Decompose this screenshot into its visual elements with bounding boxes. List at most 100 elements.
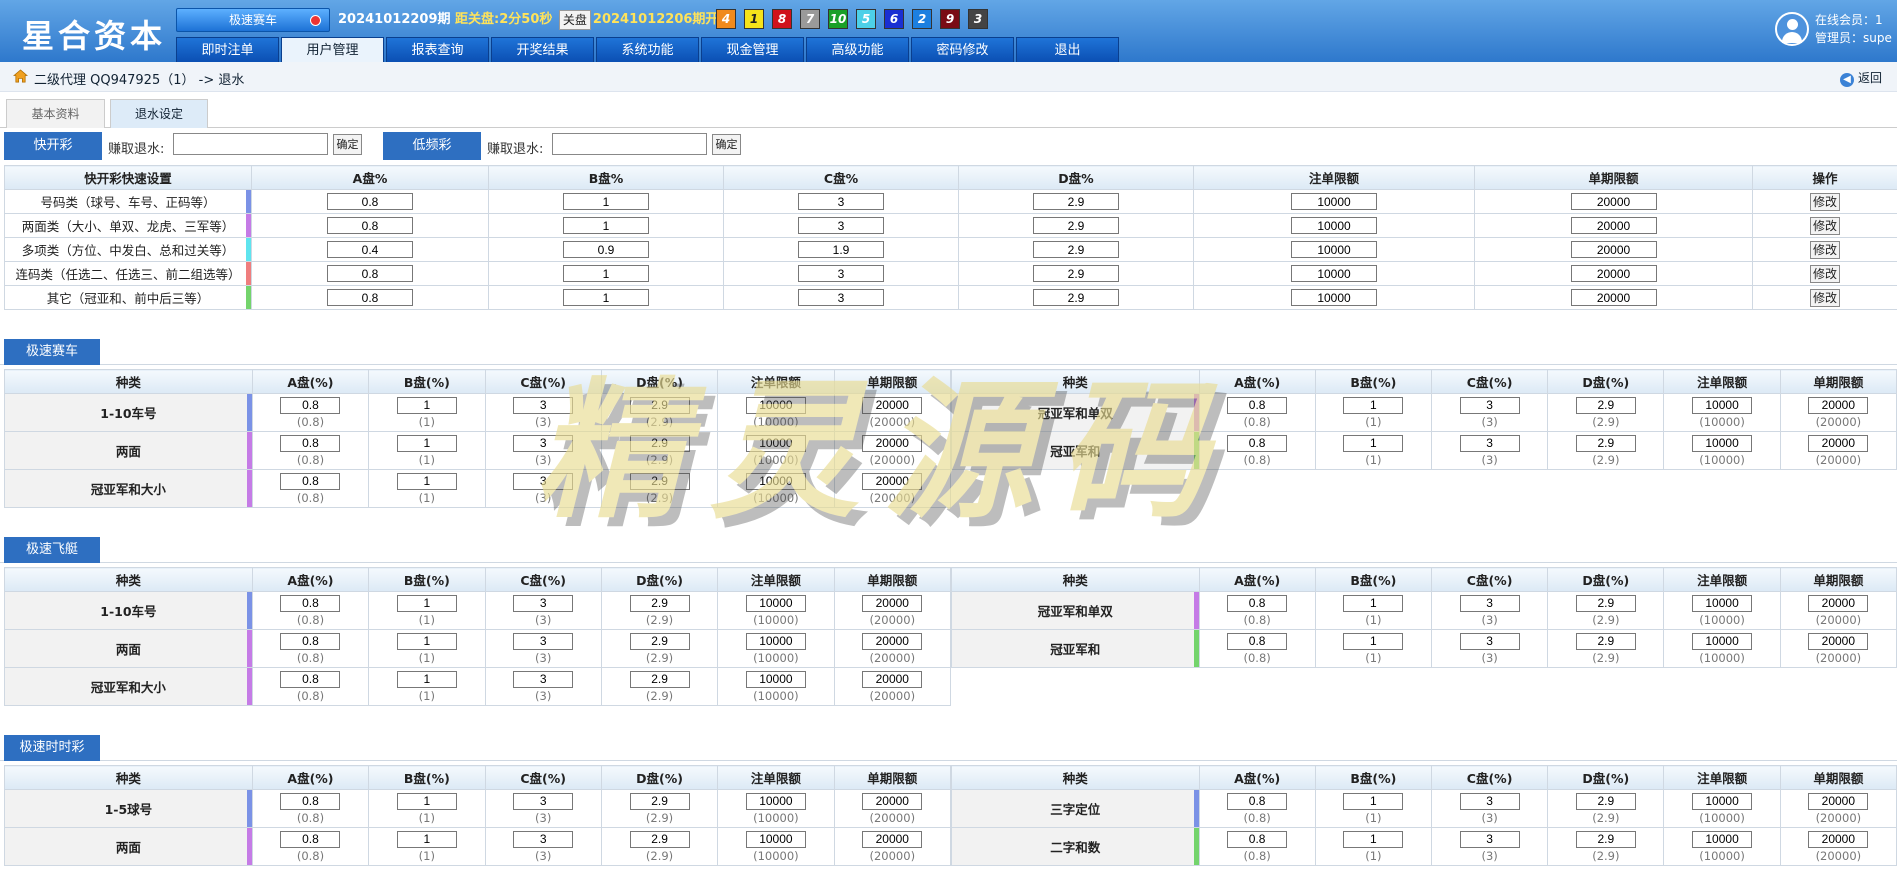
rebate-input[interactable] xyxy=(1570,193,1657,210)
nav-item[interactable]: 系统功能 xyxy=(596,37,699,62)
rebate-input[interactable] xyxy=(1692,396,1753,414)
rebate-input[interactable] xyxy=(1033,289,1119,306)
slow-rebate-input[interactable] xyxy=(552,133,707,155)
rebate-input[interactable] xyxy=(629,472,690,490)
back-button[interactable]: ◀ 返回 xyxy=(1840,69,1882,87)
rebate-input[interactable] xyxy=(629,670,690,688)
rebate-input[interactable] xyxy=(1808,434,1869,452)
rebate-input[interactable] xyxy=(798,193,884,210)
rebate-input[interactable] xyxy=(629,396,690,414)
rebate-input[interactable] xyxy=(280,434,341,452)
rebate-input[interactable] xyxy=(1692,434,1753,452)
modify-button[interactable]: 修改 xyxy=(1809,264,1840,283)
rebate-input[interactable] xyxy=(396,792,457,810)
home-icon[interactable] xyxy=(13,69,28,83)
rebate-input[interactable] xyxy=(1343,434,1404,452)
rebate-input[interactable] xyxy=(862,594,923,612)
rebate-input[interactable] xyxy=(1343,792,1404,810)
rebate-input[interactable] xyxy=(629,830,690,848)
modify-button[interactable]: 修改 xyxy=(1809,288,1840,307)
rebate-input[interactable] xyxy=(396,472,457,490)
rebate-input[interactable] xyxy=(1459,792,1520,810)
rebate-input[interactable] xyxy=(862,792,923,810)
rebate-input[interactable] xyxy=(1227,594,1288,612)
rebate-input[interactable] xyxy=(745,472,806,490)
rebate-input[interactable] xyxy=(862,670,923,688)
rebate-input[interactable] xyxy=(327,217,413,234)
rebate-input[interactable] xyxy=(1291,289,1377,306)
rebate-input[interactable] xyxy=(1459,396,1520,414)
rebate-input[interactable] xyxy=(327,265,413,282)
rebate-input[interactable] xyxy=(513,472,574,490)
nav-item[interactable]: 密码修改 xyxy=(911,37,1014,62)
rebate-input[interactable] xyxy=(1808,830,1869,848)
rebate-input[interactable] xyxy=(280,670,341,688)
rebate-input[interactable] xyxy=(1033,217,1119,234)
modify-button[interactable]: 修改 xyxy=(1809,216,1840,235)
modify-button[interactable]: 修改 xyxy=(1809,240,1840,259)
rebate-input[interactable] xyxy=(745,792,806,810)
rebate-input[interactable] xyxy=(1570,217,1657,234)
rebate-input[interactable] xyxy=(396,670,457,688)
nav-item[interactable]: 开奖结果 xyxy=(491,37,594,62)
rebate-input[interactable] xyxy=(1227,830,1288,848)
rebate-input[interactable] xyxy=(1459,830,1520,848)
rebate-input[interactable] xyxy=(745,396,806,414)
rebate-input[interactable] xyxy=(280,792,341,810)
rebate-input[interactable] xyxy=(862,632,923,650)
rebate-input[interactable] xyxy=(1575,632,1636,650)
rebate-input[interactable] xyxy=(1227,434,1288,452)
rebate-input[interactable] xyxy=(513,830,574,848)
section-title[interactable]: 极速飞艇 xyxy=(4,537,100,563)
rebate-input[interactable] xyxy=(1570,241,1657,258)
rebate-input[interactable] xyxy=(396,594,457,612)
rebate-input[interactable] xyxy=(798,289,884,306)
game-selector[interactable]: 极速赛车 xyxy=(176,8,330,32)
rebate-input[interactable] xyxy=(563,193,649,210)
rebate-input[interactable] xyxy=(513,396,574,414)
rebate-input[interactable] xyxy=(1343,594,1404,612)
rebate-input[interactable] xyxy=(629,594,690,612)
rebate-input[interactable] xyxy=(280,632,341,650)
rebate-input[interactable] xyxy=(563,289,649,306)
rebate-input[interactable] xyxy=(513,594,574,612)
rebate-input[interactable] xyxy=(1575,830,1636,848)
rebate-input[interactable] xyxy=(280,396,341,414)
rebate-input[interactable] xyxy=(280,594,341,612)
rebate-input[interactable] xyxy=(1343,830,1404,848)
rebate-input[interactable] xyxy=(862,830,923,848)
rebate-input[interactable] xyxy=(1033,241,1119,258)
rebate-input[interactable] xyxy=(1227,396,1288,414)
rebate-input[interactable] xyxy=(629,632,690,650)
rebate-input[interactable] xyxy=(745,670,806,688)
rebate-input[interactable] xyxy=(1808,594,1869,612)
rebate-input[interactable] xyxy=(1692,632,1753,650)
rebate-input[interactable] xyxy=(1291,241,1377,258)
rebate-input[interactable] xyxy=(327,241,413,258)
rebate-input[interactable] xyxy=(1692,594,1753,612)
close-market-button[interactable]: 关盘 xyxy=(558,9,591,30)
rebate-input[interactable] xyxy=(1459,434,1520,452)
rebate-input[interactable] xyxy=(862,396,923,414)
rebate-input[interactable] xyxy=(1692,830,1753,848)
rebate-input[interactable] xyxy=(513,670,574,688)
rebate-input[interactable] xyxy=(280,472,341,490)
fast-confirm-button[interactable]: 确定 xyxy=(333,134,362,155)
rebate-input[interactable] xyxy=(1575,792,1636,810)
rebate-input[interactable] xyxy=(396,632,457,650)
rebate-input[interactable] xyxy=(862,472,923,490)
rebate-input[interactable] xyxy=(1459,594,1520,612)
rebate-input[interactable] xyxy=(396,830,457,848)
tab-basic-info[interactable]: 基本资料 xyxy=(6,99,105,128)
rebate-input[interactable] xyxy=(1692,792,1753,810)
rebate-input[interactable] xyxy=(1227,632,1288,650)
rebate-input[interactable] xyxy=(862,434,923,452)
rebate-input[interactable] xyxy=(1343,632,1404,650)
nav-item[interactable]: 报表查询 xyxy=(386,37,489,62)
rebate-input[interactable] xyxy=(629,792,690,810)
rebate-input[interactable] xyxy=(629,434,690,452)
rebate-input[interactable] xyxy=(280,830,341,848)
rebate-input[interactable] xyxy=(745,632,806,650)
rebate-input[interactable] xyxy=(798,241,884,258)
rebate-input[interactable] xyxy=(1291,193,1377,210)
